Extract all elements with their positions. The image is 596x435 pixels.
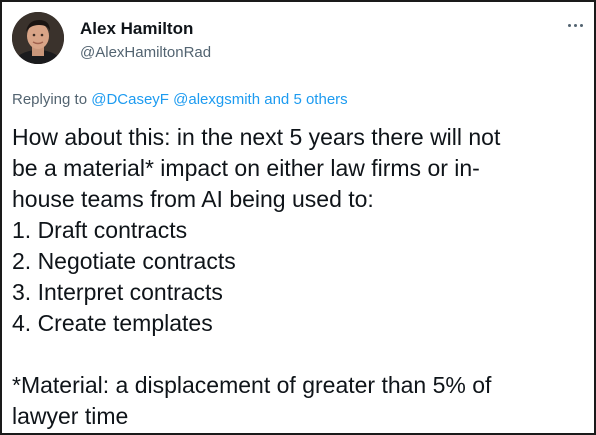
mention-link[interactable]: @alexgsmith (173, 91, 260, 108)
mention-link[interactable]: @DCaseyF (91, 91, 169, 108)
tweet-card: Alex Hamilton @AlexHamiltonRad Replying … (0, 0, 596, 435)
author-handle[interactable]: @AlexHamiltonRad (80, 43, 211, 63)
replying-to-label: Replying to (12, 91, 92, 108)
author-block: Alex Hamilton @AlexHamiltonRad (80, 19, 211, 63)
more-horizontal-icon[interactable] (564, 16, 588, 34)
list-item: 3. Interpret contracts (12, 279, 223, 305)
tweet-line: be a material* impact on either law firm… (12, 155, 480, 181)
avatar[interactable] (12, 12, 64, 64)
list-item: 1. Draft contracts (12, 217, 188, 243)
list-item: 2. Negotiate contracts (12, 248, 236, 274)
avatar-image (12, 12, 64, 64)
list-item: 4. Create templates (12, 310, 213, 336)
tweet-text: How about this: in the next 5 years ther… (12, 122, 586, 432)
author-name[interactable]: Alex Hamilton (80, 19, 211, 39)
tweet-line: house teams from AI being used to: (12, 186, 374, 212)
footnote-line: lawyer time (12, 403, 129, 429)
reply-connector[interactable]: and (260, 91, 293, 108)
replying-to-line: Replying to @DCaseyF @alexgsmith and 5 o… (12, 90, 348, 110)
tweet-line: How about this: in the next 5 years ther… (12, 124, 501, 150)
others-link[interactable]: 5 others (293, 91, 347, 108)
footnote-line: *Material: a displacement of greater tha… (12, 372, 492, 398)
